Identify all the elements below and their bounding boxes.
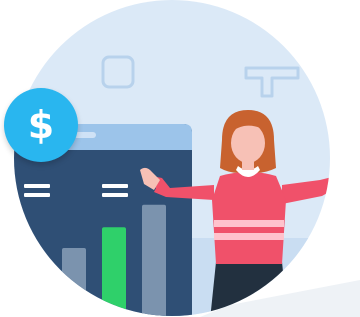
dollar-badge: $ (4, 88, 78, 162)
chart-bar (62, 248, 86, 316)
sweater (212, 172, 286, 264)
sweater-stripe (214, 220, 284, 227)
right-hand (334, 169, 356, 188)
face (231, 123, 265, 163)
finance-illustration: $ (0, 0, 360, 317)
chart-bar-highlight (102, 227, 126, 316)
chart-bar (22, 280, 46, 316)
chart-bar (142, 204, 166, 316)
sweater-stripe (214, 233, 284, 240)
dollar-icon: $ (27, 103, 55, 147)
